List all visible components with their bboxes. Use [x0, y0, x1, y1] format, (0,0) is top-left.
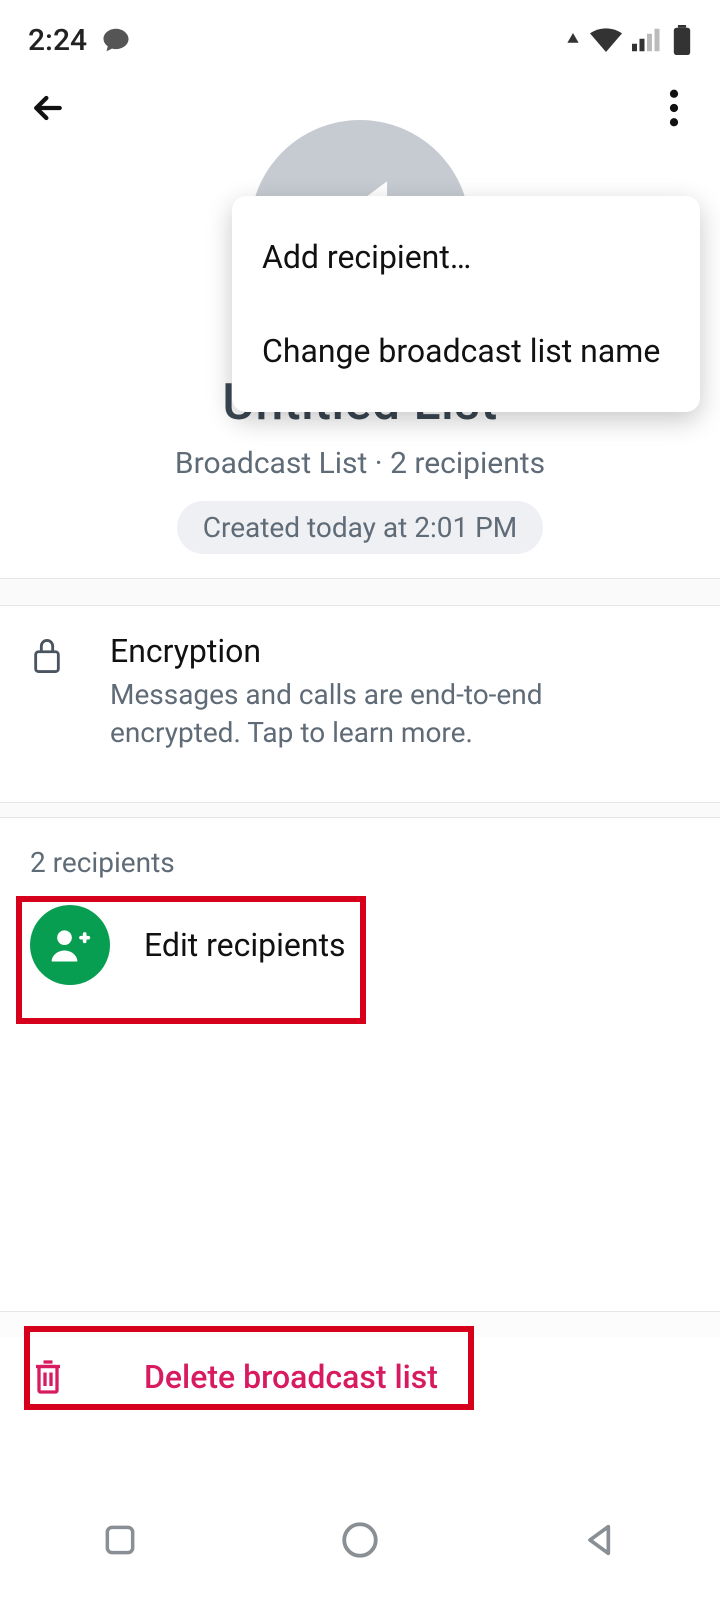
status-time: 2:24	[28, 23, 87, 58]
menu-item-change-name[interactable]: Change broadcast list name	[232, 304, 700, 398]
overflow-menu: Add recipient… Change broadcast list nam…	[232, 196, 700, 412]
back-arrow-icon	[28, 88, 68, 128]
square-icon	[101, 1521, 139, 1559]
trash-icon	[30, 1357, 66, 1397]
back-button[interactable]	[20, 80, 76, 136]
section-divider	[0, 1311, 720, 1337]
nav-recents-button[interactable]	[92, 1512, 148, 1568]
system-nav-bar	[0, 1480, 720, 1600]
delete-broadcast-label: Delete broadcast list	[144, 1358, 438, 1396]
encryption-subtitle: Messages and calls are end-to-end encryp…	[110, 676, 630, 752]
more-vertical-icon	[669, 89, 679, 127]
circle-icon	[339, 1519, 381, 1561]
menu-item-add-recipient[interactable]: Add recipient…	[232, 210, 700, 304]
battery-icon	[672, 25, 692, 55]
signal-icon	[632, 28, 662, 52]
triangle-back-icon	[580, 1520, 620, 1560]
chat-bubble-icon	[101, 25, 131, 55]
nav-home-button[interactable]	[332, 1512, 388, 1568]
lock-icon	[30, 636, 64, 676]
section-divider	[0, 802, 720, 818]
broadcast-list-subtitle: Broadcast List · 2 recipients	[0, 446, 720, 481]
edit-recipients-row[interactable]: Edit recipients	[0, 889, 720, 1001]
status-bar: 2:24	[0, 0, 720, 70]
encryption-title: Encryption	[110, 632, 690, 670]
add-person-icon	[30, 905, 110, 985]
recipients-header: 2 recipients	[0, 818, 720, 889]
data-icon	[566, 33, 580, 47]
more-options-button[interactable]	[646, 80, 702, 136]
encryption-row[interactable]: Encryption Messages and calls are end-to…	[0, 606, 720, 778]
nav-back-button[interactable]	[572, 1512, 628, 1568]
created-timestamp: Created today at 2:01 PM	[177, 501, 544, 554]
app-bar	[0, 70, 720, 150]
section-divider	[0, 578, 720, 606]
delete-broadcast-row[interactable]: Delete broadcast list	[0, 1337, 720, 1417]
edit-recipients-label: Edit recipients	[144, 926, 346, 964]
wifi-icon	[590, 28, 622, 52]
